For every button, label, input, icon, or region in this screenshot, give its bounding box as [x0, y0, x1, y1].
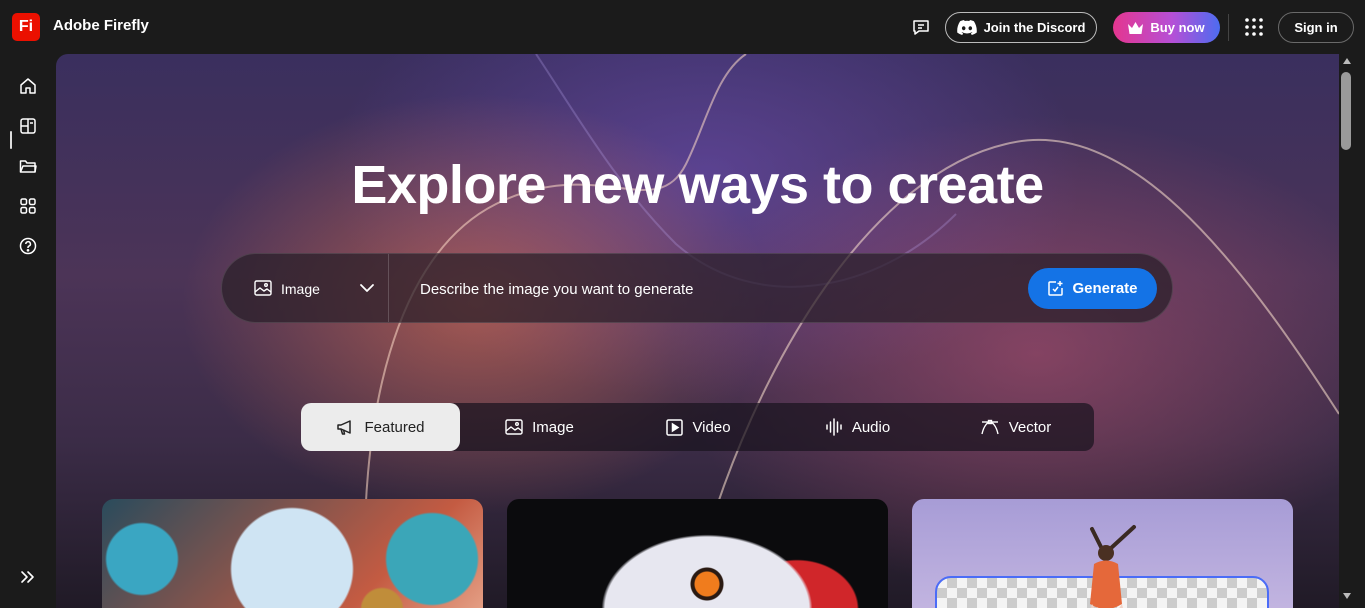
- help-icon[interactable]: [17, 235, 39, 257]
- image-icon: [505, 419, 523, 435]
- tab-vector[interactable]: Vector: [937, 403, 1094, 451]
- scrollbar-thumb[interactable]: [1341, 72, 1351, 150]
- image-icon: [254, 280, 272, 296]
- generate-button[interactable]: Generate: [1028, 268, 1157, 309]
- generate-icon[interactable]: [17, 115, 39, 137]
- featured-card-dragon[interactable]: [102, 499, 483, 608]
- featured-card-bird[interactable]: [507, 499, 888, 608]
- hero-section: Explore new ways to create Image Generat…: [56, 54, 1339, 608]
- category-tabs: Featured Image Video Audio Vector: [301, 403, 1094, 451]
- generate-icon: [1048, 281, 1064, 296]
- tab-label: Featured: [364, 418, 425, 436]
- scroll-up-arrow-icon[interactable]: [1342, 57, 1352, 65]
- tab-featured[interactable]: Featured: [301, 403, 460, 451]
- prompt-bar: Image Generate: [221, 253, 1173, 323]
- apps-icon[interactable]: [17, 195, 39, 217]
- feedback-icon[interactable]: [911, 17, 931, 37]
- scroll-down-arrow-icon[interactable]: [1342, 592, 1352, 600]
- crown-icon: [1128, 21, 1144, 34]
- top-bar: Fi Adobe Firefly Join the Discord Buy no…: [0, 0, 1365, 54]
- tab-label: Vector: [1008, 418, 1052, 436]
- left-rail: [0, 54, 56, 608]
- tab-video[interactable]: Video: [619, 403, 778, 451]
- generate-label: Generate: [1072, 280, 1138, 297]
- firefly-logo[interactable]: Fi: [12, 13, 40, 41]
- prompt-divider: [388, 254, 389, 322]
- sign-in-button[interactable]: Sign in: [1278, 12, 1354, 43]
- tab-label: Image: [532, 418, 574, 436]
- join-discord-button[interactable]: Join the Discord: [945, 12, 1097, 43]
- hero-title: Explore new ways to create: [351, 155, 1044, 215]
- content-type-select[interactable]: Image: [222, 254, 389, 322]
- prompt-input[interactable]: [420, 278, 980, 300]
- dancer-figure: [1090, 525, 1136, 608]
- folder-icon[interactable]: [17, 155, 39, 177]
- discord-label: Join the Discord: [983, 20, 1086, 35]
- tab-label: Audio: [851, 418, 891, 436]
- tab-audio[interactable]: Audio: [778, 403, 937, 451]
- megaphone-icon: [337, 419, 352, 435]
- buy-now-label: Buy now: [1150, 20, 1205, 35]
- discord-icon: [956, 20, 977, 35]
- buy-now-button[interactable]: Buy now: [1113, 12, 1220, 43]
- apps-grid-icon[interactable]: [1244, 17, 1264, 37]
- expand-icon[interactable]: [17, 566, 39, 588]
- featured-card-background-removal[interactable]: [912, 499, 1293, 608]
- video-icon: [666, 418, 684, 436]
- audio-icon: [826, 418, 842, 436]
- active-indicator: [10, 131, 12, 149]
- tab-label: Video: [692, 418, 731, 436]
- app-title[interactable]: Adobe Firefly: [53, 17, 149, 34]
- content-type-label: Image: [281, 281, 320, 297]
- header-divider: [1228, 14, 1229, 41]
- tab-image[interactable]: Image: [460, 403, 619, 451]
- home-icon[interactable]: [17, 75, 39, 97]
- vector-icon: [981, 419, 999, 434]
- chevron-down-icon: [360, 284, 374, 292]
